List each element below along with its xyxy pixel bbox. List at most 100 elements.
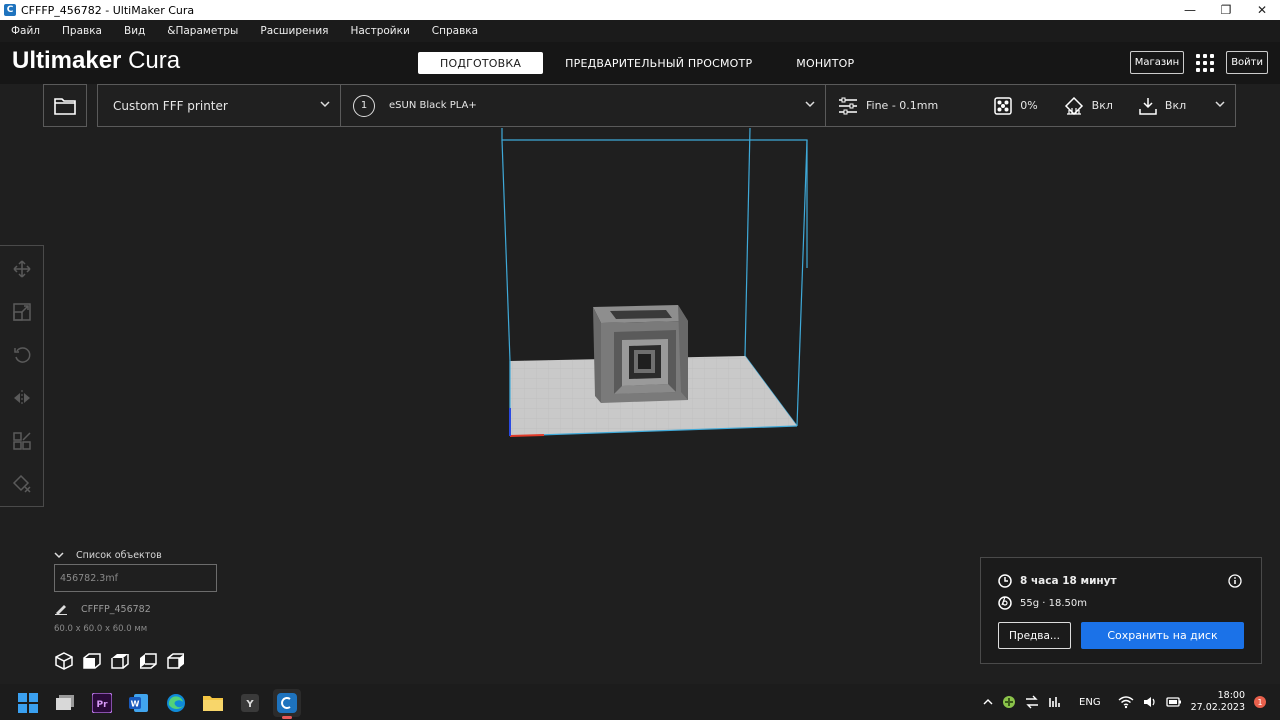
support-blocker-button[interactable] bbox=[11, 473, 33, 495]
notification-badge[interactable]: 1 bbox=[1254, 696, 1266, 708]
volume-icon[interactable] bbox=[1143, 695, 1157, 709]
print-time-row: 8 часа 18 минут bbox=[998, 574, 1244, 588]
spool-icon bbox=[998, 596, 1012, 610]
material-usage: 55g · 18.50m bbox=[1020, 597, 1087, 609]
system-tray: ENG 18:00 27.02.2023 1 bbox=[983, 684, 1266, 720]
marketplace-button[interactable]: Магазин bbox=[1129, 51, 1185, 74]
mirror-icon bbox=[13, 390, 30, 406]
svg-text:Y: Y bbox=[245, 699, 254, 710]
sync-icon[interactable] bbox=[1025, 695, 1039, 709]
material-selector[interactable]: 1 eSUN Black PLA+ bbox=[341, 85, 826, 126]
move-icon bbox=[12, 260, 31, 278]
object-list-toggle[interactable]: Список объектов bbox=[54, 548, 274, 562]
premiere-pro-icon: Pr bbox=[92, 693, 112, 713]
printer-selector[interactable]: Custom FFF printer bbox=[98, 85, 341, 126]
task-view-button[interactable] bbox=[51, 689, 79, 717]
cube-left-icon bbox=[140, 653, 157, 669]
rotate-icon bbox=[13, 347, 30, 363]
tool-sidebar bbox=[0, 245, 44, 507]
apps-grid-icon[interactable] bbox=[1196, 53, 1215, 72]
menu-help[interactable]: Справка bbox=[421, 25, 489, 37]
print-settings-selector[interactable]: Fine - 0.1mm 0% Вкл Вкл bbox=[826, 85, 1235, 126]
infill-icon bbox=[994, 96, 1012, 115]
system-clock[interactable]: 18:00 27.02.2023 bbox=[1191, 690, 1245, 714]
chevron-down-icon bbox=[54, 552, 64, 559]
word-app[interactable]: W bbox=[125, 689, 153, 717]
tab-preview[interactable]: ПРЕДВАРИТЕЛЬНЫЙ ПРОСМОТР bbox=[543, 52, 774, 74]
info-icon[interactable] bbox=[1228, 574, 1242, 588]
word-icon: W bbox=[129, 694, 148, 712]
mirror-tool-button[interactable] bbox=[11, 387, 33, 409]
object-list-file-item[interactable]: 456782.3mf bbox=[54, 564, 217, 592]
object-list-title: Список объектов bbox=[76, 549, 162, 561]
move-tool-button[interactable] bbox=[11, 258, 33, 280]
object-list-panel: Список объектов 456782.3mf CFFFP_456782 … bbox=[54, 548, 274, 671]
edge-icon bbox=[167, 694, 185, 712]
file-explorer-app[interactable] bbox=[199, 689, 227, 717]
logo-light: Cura bbox=[128, 47, 181, 74]
printer-setup-bar: Custom FFF printer 1 eSUN Black PLA+ Fin… bbox=[97, 84, 1236, 127]
object-name: CFFFP_456782 bbox=[81, 603, 151, 615]
yandex-app[interactable]: Y bbox=[236, 689, 264, 717]
window-title: CFFFP_456782 - UltiMaker Cura bbox=[21, 3, 195, 17]
sliders-icon bbox=[839, 97, 857, 114]
tab-monitor[interactable]: МОНИТОР bbox=[774, 52, 876, 74]
language-indicator[interactable]: ENG bbox=[1079, 697, 1101, 708]
minimize-button[interactable]: — bbox=[1172, 0, 1208, 20]
edge-app[interactable] bbox=[162, 689, 190, 717]
adhesion-value: Вкл bbox=[1164, 99, 1187, 112]
profile-setting: Fine - 0.1mm bbox=[838, 97, 938, 115]
chevron-down-icon bbox=[320, 101, 330, 108]
wifi-icon[interactable] bbox=[1118, 695, 1134, 709]
cube-right-icon bbox=[167, 653, 184, 669]
cube-front-icon bbox=[83, 653, 101, 669]
chevron-up-icon[interactable] bbox=[983, 697, 993, 707]
support-blocker-icon bbox=[12, 475, 31, 493]
cura-taskbar-app[interactable] bbox=[273, 689, 301, 719]
rotate-tool-button[interactable] bbox=[11, 344, 33, 366]
yandex-icon: Y bbox=[241, 694, 259, 712]
folder-icon bbox=[203, 696, 223, 711]
clock-time: 18:00 bbox=[1217, 690, 1245, 701]
printer-name: Custom FFF printer bbox=[113, 98, 228, 113]
view-top-button[interactable] bbox=[110, 651, 130, 671]
tray-app-icon[interactable] bbox=[1002, 695, 1016, 709]
per-model-settings-button[interactable] bbox=[11, 430, 33, 452]
chevron-down-icon bbox=[1215, 101, 1225, 108]
audio-levels-icon[interactable] bbox=[1048, 695, 1062, 709]
material-usage-row: 55g · 18.50m bbox=[998, 596, 1244, 610]
battery-icon[interactable] bbox=[1165, 696, 1182, 708]
infill-value: 0% bbox=[1020, 99, 1038, 112]
menu-view[interactable]: Вид bbox=[113, 25, 156, 37]
menu-edit[interactable]: Правка bbox=[51, 25, 113, 37]
maximize-button[interactable]: ❐ bbox=[1208, 0, 1244, 20]
model-hollow-cube[interactable] bbox=[593, 305, 688, 403]
material-name: eSUN Black PLA+ bbox=[389, 100, 477, 111]
scale-tool-button[interactable] bbox=[11, 301, 33, 323]
tab-prepare[interactable]: ПОДГОТОВКА bbox=[418, 52, 544, 74]
adhesion-icon bbox=[1139, 97, 1157, 115]
menu-preferences[interactable]: Настройки bbox=[339, 25, 420, 37]
menu-extensions[interactable]: Расширения bbox=[249, 25, 339, 37]
support-value: Вкл bbox=[1091, 99, 1113, 112]
pencil-icon bbox=[55, 605, 67, 615]
print-time: 8 часа 18 минут bbox=[1020, 575, 1117, 587]
open-file-button[interactable] bbox=[43, 84, 87, 127]
cube-top-icon bbox=[111, 654, 129, 669]
preview-button[interactable]: Предва... bbox=[998, 622, 1071, 649]
close-button[interactable]: ✕ bbox=[1244, 0, 1280, 20]
object-name-row[interactable]: CFFFP_456782 bbox=[54, 602, 274, 616]
view-3d-button[interactable] bbox=[54, 651, 74, 671]
premiere-pro-app[interactable]: Pr bbox=[88, 689, 116, 717]
menu-file[interactable]: Файл bbox=[0, 25, 51, 37]
menu-settings[interactable]: &Параметры bbox=[156, 25, 249, 37]
adhesion-setting: Вкл bbox=[1139, 97, 1186, 115]
view-front-button[interactable] bbox=[82, 651, 102, 671]
view-left-button[interactable] bbox=[138, 651, 158, 671]
signin-button[interactable]: Войти bbox=[1226, 51, 1268, 74]
save-to-disk-button[interactable]: Сохранить на диск bbox=[1081, 622, 1244, 649]
start-button[interactable] bbox=[14, 689, 42, 717]
view-right-button[interactable] bbox=[166, 651, 186, 671]
infill-setting: 0% bbox=[994, 96, 1038, 115]
support-setting: Вкл bbox=[1064, 96, 1113, 115]
